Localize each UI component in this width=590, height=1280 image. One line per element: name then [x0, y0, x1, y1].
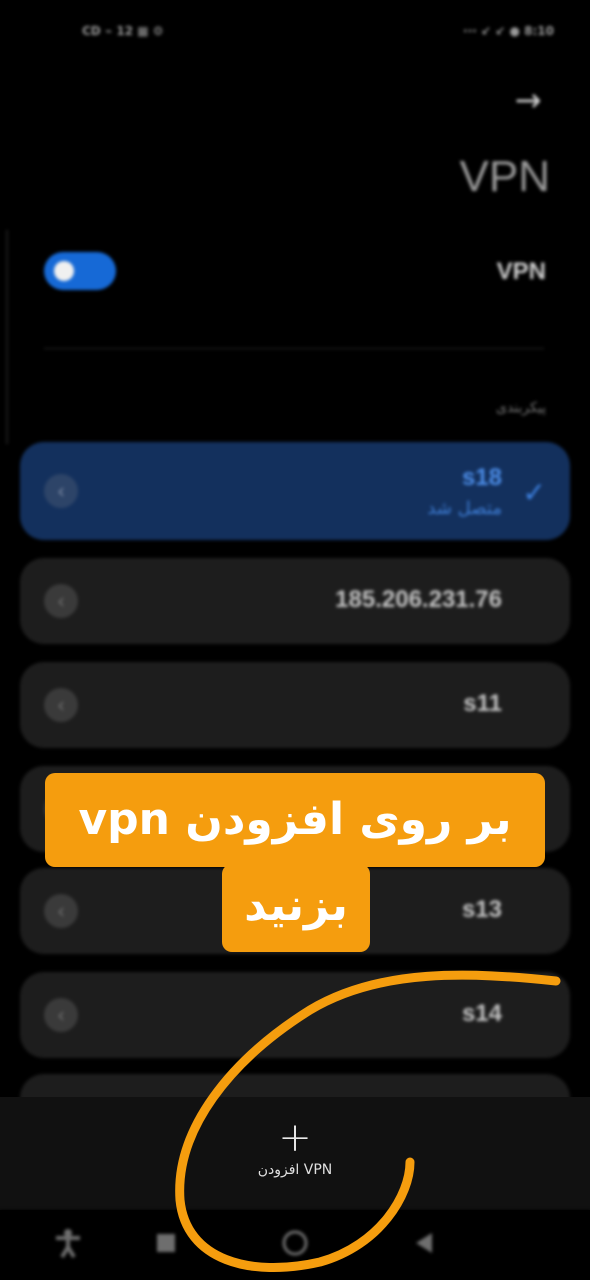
page-title: VPN — [459, 152, 550, 201]
vpn-item-name: s14 — [461, 1000, 502, 1027]
vpn-item-s14[interactable]: ‹ s14 — [20, 972, 570, 1058]
vpn-item-name: s13 — [461, 896, 502, 923]
plus-icon: + — [278, 1115, 312, 1161]
back-arrow-icon[interactable]: → — [506, 80, 550, 120]
vpn-toggle-label: VPN — [496, 258, 546, 285]
instruction-overlay-line2: بزنید — [222, 864, 370, 952]
vpn-item-s18[interactable]: ‹ s18 متصل شد ✓ — [20, 442, 570, 540]
vpn-item-name: 185.206.231.76 — [335, 586, 502, 613]
instruction-overlay-line1: بر روی افزودن vpn — [45, 773, 545, 867]
status-bar: CD ⌁ 12 ▦ ⚙ ··· ↙ ↙ ● 8:10 — [0, 16, 590, 56]
info-icon[interactable]: ‹ — [44, 894, 78, 928]
vpn-item-status: متصل شد — [427, 498, 502, 519]
home-circle-icon[interactable] — [280, 1228, 310, 1265]
back-triangle-icon[interactable] — [412, 1228, 434, 1265]
info-icon[interactable]: ‹ — [44, 584, 78, 618]
toggle-knob — [54, 261, 74, 281]
vpn-item-ip[interactable]: ‹ 185.206.231.76 — [20, 558, 570, 644]
vpn-toggle-switch[interactable] — [44, 252, 116, 290]
info-icon[interactable]: ‹ — [44, 688, 78, 722]
recents-square-icon[interactable] — [156, 1228, 176, 1265]
accessibility-icon[interactable] — [54, 1228, 82, 1265]
checkmark-icon: ✓ — [522, 476, 546, 509]
add-vpn-label: افزودن VPN — [257, 1162, 333, 1178]
scroll-indicator[interactable] — [6, 230, 8, 444]
vpn-item-name: s18 — [461, 464, 502, 491]
info-icon[interactable]: ‹ — [44, 998, 78, 1032]
status-icons-right: ··· ↙ ↙ ● 8:10 — [463, 24, 554, 38]
info-icon[interactable]: ‹ — [44, 474, 78, 508]
section-label: پیکربندی — [495, 400, 546, 416]
add-vpn-button[interactable]: + افزودن VPN — [220, 1116, 370, 1196]
divider — [44, 348, 544, 349]
vpn-item-s11[interactable]: ‹ s11 — [20, 662, 570, 748]
vpn-item-name: s11 — [463, 690, 502, 717]
status-icons-left: CD ⌁ 12 ▦ ⚙ — [82, 24, 164, 38]
navigation-bar — [0, 1210, 590, 1280]
